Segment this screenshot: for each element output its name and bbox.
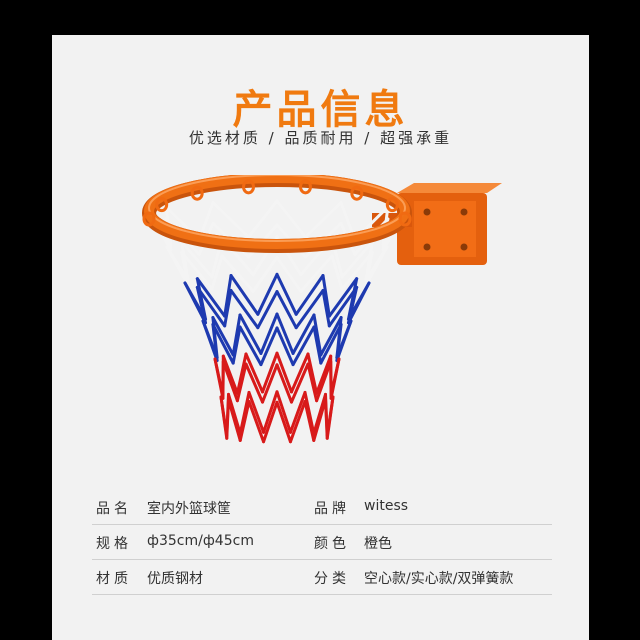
net-strand	[247, 400, 266, 444]
net-strand	[315, 360, 333, 403]
spec-value: 橙色	[364, 536, 392, 552]
net-strand	[275, 255, 303, 293]
basketball-hoop-image	[142, 175, 502, 444]
spec-label: 材质	[96, 571, 132, 587]
net-strand	[211, 201, 251, 239]
spec-row: 品名 室内外篮球筐 品牌 witess	[92, 490, 552, 525]
spec-label: 分类	[314, 571, 350, 587]
net-strand	[312, 398, 327, 442]
net-strand	[323, 392, 329, 438]
net-strand	[315, 354, 333, 395]
net-strand	[288, 400, 307, 444]
spec-value: 空心款/实心款/双弹簧款	[364, 571, 514, 587]
net-strand	[225, 392, 231, 438]
product-info-panel: 产品信息 优选材质 / 品质耐用 / 超强承重 品名 室内外篮球筐 品牌 wit…	[52, 35, 589, 640]
spec-value: 优质钢材	[147, 571, 203, 587]
spec-value: ф35cm/ф45cm	[147, 533, 254, 549]
spec-value: 室内外篮球筐	[147, 501, 231, 517]
page-subtitle: 优选材质 / 品质耐用 / 超强承重	[188, 129, 453, 147]
spec-label: 品名	[96, 501, 132, 517]
spec-row: 规格 ф35cm/ф45cm 颜色 橙色	[92, 525, 552, 560]
spec-row: 材质 优质钢材 分类 空心款/实心款/双弹簧款	[92, 560, 552, 595]
spec-label: 品牌	[314, 501, 350, 517]
spec-label: 规格	[96, 536, 132, 552]
net-strand	[303, 201, 343, 239]
net-strand	[221, 354, 239, 395]
net-strand	[251, 255, 279, 293]
net-strand	[227, 398, 242, 442]
net-strand	[221, 360, 239, 403]
spec-table: 品名 室内外篮球筐 品牌 witess 规格 ф35cm/ф45cm 颜色 橙色…	[92, 490, 552, 595]
spec-value: witess	[364, 498, 409, 514]
spec-label: 颜色	[314, 536, 350, 552]
